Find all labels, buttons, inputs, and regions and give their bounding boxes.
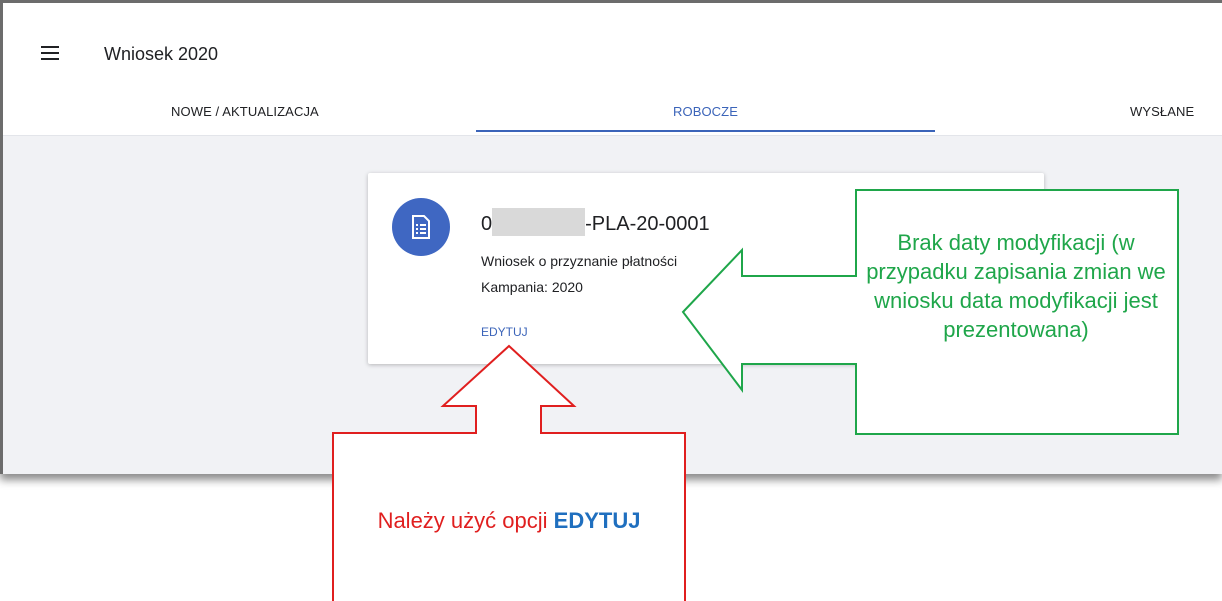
red-callout-shape [332,344,686,601]
red-callout-text: Należy użyć opcji EDYTUJ [333,508,685,534]
red-callout-emphasis: EDYTUJ [553,508,641,533]
red-callout-prefix: Należy użyć opcji [377,508,554,533]
green-callout-text: Brak daty modyfikacji (w przypadku zapis… [866,230,1166,342]
